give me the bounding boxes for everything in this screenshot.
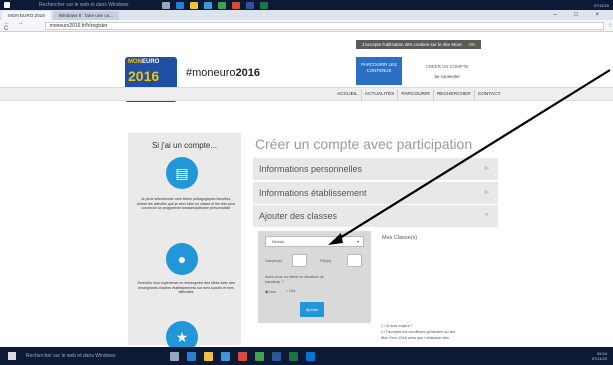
login-link[interactable]: Se connecter	[412, 72, 482, 82]
filles-input[interactable]	[347, 254, 362, 267]
folder-icon: ▤	[166, 157, 198, 189]
benefits-title: Si j'ai un compte...	[151, 141, 218, 150]
account-links: CRÉER UN COMPTE Se connecter	[412, 62, 482, 82]
explorer-icon[interactable]	[190, 1, 198, 9]
section-label: Informations personnelles	[259, 164, 363, 174]
section-personal-info[interactable]: Informations personnelles ▶	[253, 158, 498, 180]
logo-text: MONEURO	[128, 59, 159, 65]
chevron-right-icon: ▶	[484, 165, 490, 172]
garcons-input[interactable]	[292, 254, 307, 267]
niveau-select[interactable]: Niveau ▾	[265, 236, 364, 247]
main-nav: ACCUEIL ACTUALITÉS PARCOURIR RECHERCHER …	[0, 87, 613, 101]
add-class-form: Niveau ▾ Garçon(s) Fille(s) Avez-vous un…	[258, 231, 371, 323]
nav-contact[interactable]: CONTACT	[475, 90, 504, 100]
nav-rechercher[interactable]: RECHERCHER	[434, 90, 475, 100]
benefits-panel: Si j'ai un compte... ▤ Je peux sélection…	[128, 133, 241, 353]
legal-checkboxes: ☐ Je suis majeur * ☐ J'accepte les condi…	[381, 323, 496, 341]
radio-oui-label: Oui	[289, 289, 296, 293]
task-view-icon[interactable]	[162, 1, 170, 9]
excel-icon[interactable]	[289, 351, 298, 361]
chrome-icon[interactable]	[218, 1, 226, 9]
word-icon[interactable]	[246, 1, 254, 9]
brand-hashtag: #moneuro2016	[186, 67, 260, 79]
logo-mon: MON	[128, 59, 142, 65]
taskbar-search-input[interactable]: Rechercher sur le web et dans Windows	[39, 2, 159, 8]
chevron-down-icon: ▼	[483, 212, 490, 219]
section-label: Informations établissement	[259, 188, 367, 198]
cookie-ok-button[interactable]: OK	[469, 42, 476, 47]
chat-icon: ●	[166, 243, 198, 275]
excel-icon[interactable]	[260, 1, 268, 9]
chevron-right-icon: ▶	[484, 189, 490, 196]
url-input[interactable]: moneuro2016.fr/fr/register	[44, 21, 604, 30]
store-icon[interactable]	[221, 351, 230, 361]
my-classes-heading: Mes Classe(s)	[382, 235, 418, 241]
cookie-banner: J'accepte l'utilisation des cookies sur …	[356, 40, 482, 49]
nav-actualites[interactable]: ACTUALITÉS	[362, 90, 399, 100]
mail-icon[interactable]	[306, 351, 315, 361]
brand-year: 2016	[235, 67, 261, 79]
cgu-text: Mon Euro 2016 ainsi que l'utilisation de…	[381, 336, 449, 340]
app-icon[interactable]	[232, 1, 240, 9]
radio-non-label: Non	[269, 290, 277, 294]
ajouter-button[interactable]: Ajouter	[300, 302, 324, 317]
brand-hash: #moneuro	[186, 67, 236, 79]
browser-tab-strip: MON EURO 2016 Windows 8 : faire une ca..…	[0, 10, 613, 20]
caret-down-icon: ▾	[356, 239, 359, 244]
explorer-icon[interactable]	[204, 351, 213, 361]
tray-clock: 09:24 07/11/20	[592, 351, 607, 361]
select-value: Niveau	[272, 239, 285, 244]
tab-windows8[interactable]: Windows 8 : faire une ca...	[52, 11, 119, 20]
benefit-text: Je peux sélectionner mes fiches pédagogi…	[136, 197, 236, 211]
bottom-taskbar: Rechercher sur le web et dans Windows 09…	[0, 347, 613, 365]
radio-non[interactable]: ◉ Non	[265, 289, 276, 294]
nav-parcourir[interactable]: PARCOURIR	[398, 90, 434, 100]
section-label: Ajouter des classes	[259, 211, 338, 221]
parcourir-button[interactable]: PARCOURIR LES CONTENUS	[356, 57, 402, 85]
garcons-label: Garçon(s)	[265, 259, 282, 263]
handicap-question: Avez-vous un élève en situation de handi…	[265, 275, 324, 284]
tray-date: 07/11/20	[591, 356, 607, 361]
logo-year: 2016	[128, 68, 160, 84]
benefit-text: J'enrichis mon expérience en échangeant …	[137, 281, 235, 295]
windows-start-icon[interactable]	[8, 352, 16, 360]
radio-oui[interactable]: ○ Oui	[286, 289, 295, 293]
nav-buttons-icon[interactable]: ← → C	[4, 20, 39, 32]
nav-accueil[interactable]: ACCUEIL	[334, 90, 362, 100]
cookie-text: J'accepte l'utilisation des cookies sur …	[362, 42, 463, 47]
section-school-info[interactable]: Informations établissement ▶	[253, 182, 498, 204]
logo-euro: EURO	[142, 59, 160, 65]
taskbar-search-input[interactable]: Rechercher sur le web et dans Windows	[26, 353, 166, 359]
create-account-link[interactable]: CRÉER UN COMPTE	[412, 62, 482, 72]
window-controls[interactable]: – □ ×	[553, 11, 613, 20]
word-icon[interactable]	[272, 351, 281, 361]
section-add-classes[interactable]: Ajouter des classes ▼	[253, 205, 498, 227]
windows-start-icon[interactable]	[4, 2, 10, 8]
bookmark-star-icon[interactable]: ☆	[608, 22, 613, 29]
tray-clock: 07/11/20	[593, 2, 609, 8]
edge-icon[interactable]	[187, 351, 196, 361]
page-title: Créer un compte avec participation	[255, 136, 473, 152]
address-bar-row: ← → C moneuro2016.fr/fr/register ☆	[0, 20, 613, 32]
app-icon[interactable]	[238, 351, 247, 361]
store-icon[interactable]	[204, 1, 212, 9]
top-taskbar: Rechercher sur le web et dans Windows 07…	[0, 0, 613, 10]
task-view-icon[interactable]	[170, 351, 179, 361]
filles-label: Fille(s)	[320, 259, 332, 263]
chrome-icon[interactable]	[255, 351, 264, 361]
edge-icon[interactable]	[176, 1, 184, 9]
